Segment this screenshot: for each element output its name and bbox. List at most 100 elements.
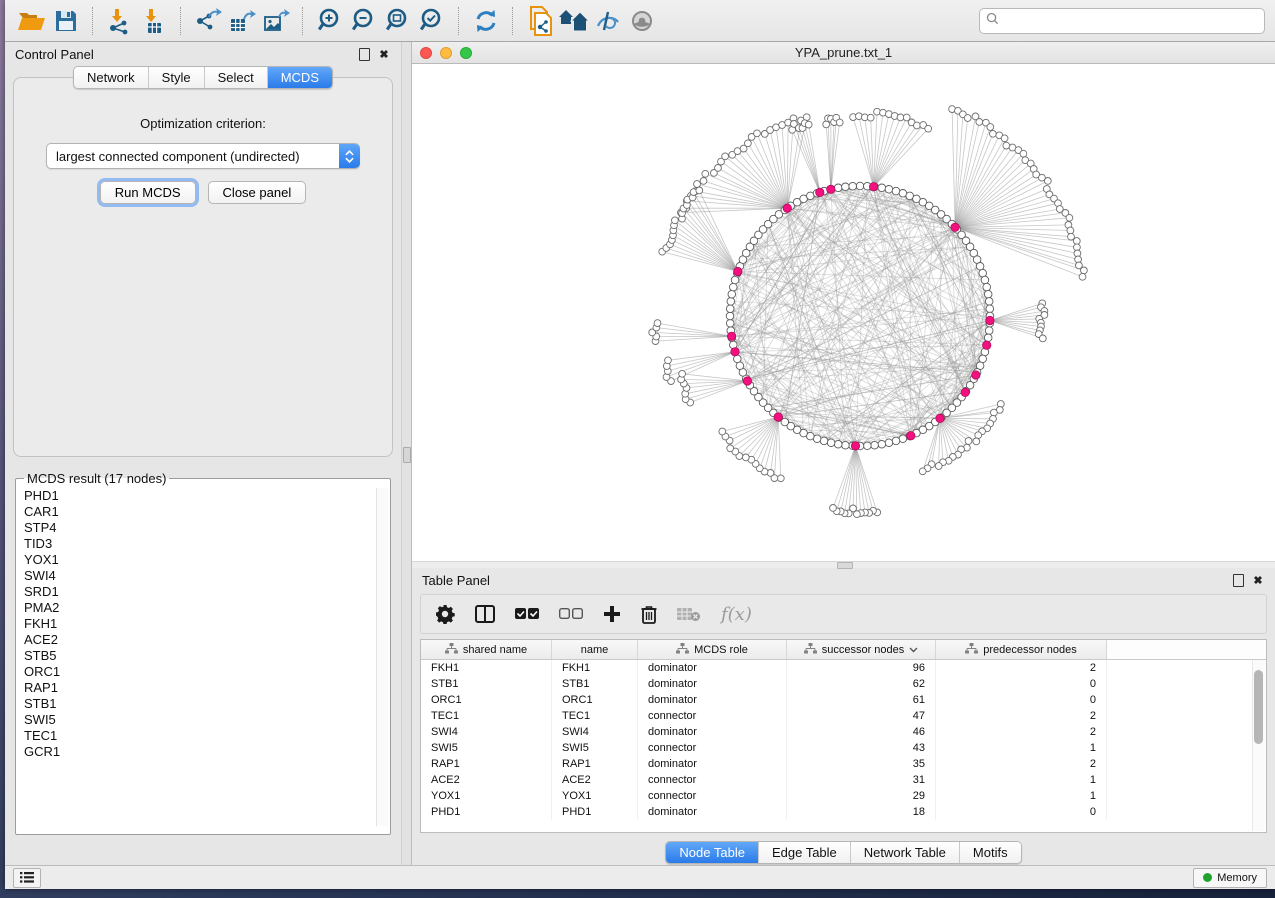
export-table-button[interactable] (225, 4, 259, 38)
import-network-button[interactable] (103, 4, 137, 38)
mcds-result-item[interactable]: STP4 (22, 520, 388, 536)
export-network-button[interactable] (191, 4, 225, 38)
refresh-icon (473, 8, 499, 34)
table-x-icon (677, 606, 701, 622)
memory-button[interactable]: Memory (1193, 868, 1267, 888)
box-pair-icon[interactable] (559, 608, 583, 620)
shared-column-icon (445, 643, 458, 657)
trash-icon[interactable] (641, 605, 657, 624)
export-network-icon (194, 7, 222, 35)
zoom-selected-button[interactable] (415, 4, 449, 38)
mcds-result-item[interactable]: CAR1 (22, 504, 388, 520)
tab-edge-table[interactable]: Edge Table (759, 842, 851, 863)
mcds-node (983, 341, 991, 349)
tab-mcds[interactable]: MCDS (268, 67, 332, 88)
mcds-result-box: MCDS result (17 nodes) PHD1CAR1STP4TID3Y… (15, 471, 391, 835)
run-mcds-button[interactable]: Run MCDS (100, 181, 196, 204)
home-button[interactable] (557, 4, 591, 38)
mcds-result-item[interactable]: STB5 (22, 648, 388, 664)
column-header-MCDS-role[interactable]: MCDS role (638, 640, 787, 660)
criterion-select[interactable]: largest connected component (undirected) (46, 143, 360, 169)
table-row[interactable]: YOX1YOX1connector291 (421, 788, 1267, 804)
close-panel-icon[interactable]: ✖ (377, 47, 391, 61)
plus-icon[interactable] (603, 605, 621, 623)
gear-icon[interactable] (435, 604, 455, 624)
mcds-result-item[interactable]: RAP1 (22, 680, 388, 696)
mcds-node (951, 223, 959, 231)
table-row[interactable]: SWI5SWI5connector431 (421, 740, 1267, 756)
mcds-panel: Optimization criterion: largest connecte… (13, 77, 393, 457)
tab-style[interactable]: Style (149, 67, 205, 88)
column-header-successor-nodes[interactable]: successor nodes (787, 640, 936, 660)
mcds-node (869, 183, 877, 191)
shared-column-icon (804, 643, 817, 657)
table-scrollbar[interactable] (1252, 660, 1265, 831)
table-header-row: shared namenameMCDS rolesuccessor nodesp… (421, 640, 1267, 660)
float-table-panel-icon[interactable] (1231, 573, 1245, 587)
mcds-result-item[interactable]: TID3 (22, 536, 388, 552)
table-row[interactable]: ORC1ORC1dominator610 (421, 692, 1267, 708)
table-row[interactable]: STB1STB1dominator620 (421, 676, 1267, 692)
mcds-node (851, 442, 859, 450)
export-image-button[interactable] (259, 4, 293, 38)
mcds-result-item[interactable]: SRD1 (22, 584, 388, 600)
task-history-button[interactable] (13, 868, 41, 888)
horizontal-splitter-handle[interactable] (837, 562, 853, 569)
search-input[interactable] (1003, 13, 1258, 29)
mcds-result-item[interactable]: SWI5 (22, 712, 388, 728)
zoom-in-button[interactable] (313, 4, 347, 38)
toolbar-separator (92, 7, 94, 35)
vertical-splitter-handle[interactable] (403, 447, 411, 463)
mcds-result-item[interactable]: ACE2 (22, 632, 388, 648)
save-session-button[interactable] (49, 4, 83, 38)
mcds-result-item[interactable]: PMA2 (22, 600, 388, 616)
tab-node-table[interactable]: Node Table (666, 842, 759, 863)
column-header-name[interactable]: name (552, 640, 638, 660)
table-row[interactable]: SWI4SWI4dominator462 (421, 724, 1267, 740)
export-image-icon (262, 7, 290, 35)
mcds-result-item[interactable]: TEC1 (22, 728, 388, 744)
horizontal-splitter[interactable] (412, 561, 1275, 568)
import-table-button[interactable] (137, 4, 171, 38)
mcds-result-item[interactable]: ORC1 (22, 664, 388, 680)
mcds-result-item[interactable]: STB1 (22, 696, 388, 712)
float-panel-icon[interactable] (357, 47, 371, 61)
column-header-shared-name[interactable]: shared name (421, 640, 552, 660)
open-file-button[interactable] (15, 4, 49, 38)
shared-column-icon (965, 643, 978, 657)
tab-network-table[interactable]: Network Table (851, 842, 960, 863)
mcds-result-list: PHD1CAR1STP4TID3YOX1SWI4SRD1PMA2FKH1ACE2… (22, 488, 388, 826)
close-panel-button[interactable]: Close panel (208, 181, 307, 204)
tab-network[interactable]: Network (74, 67, 149, 88)
table-row[interactable]: TEC1TEC1connector472 (421, 708, 1267, 724)
mcds-result-item[interactable]: SWI4 (22, 568, 388, 584)
mcds-result-item[interactable]: FKH1 (22, 616, 388, 632)
mcds-result-item[interactable]: PHD1 (22, 488, 388, 504)
table-row[interactable]: PHD1PHD1dominator180 (421, 804, 1267, 820)
mcds-result-item[interactable]: YOX1 (22, 552, 388, 568)
network-canvas[interactable] (412, 64, 1275, 561)
show-button[interactable] (625, 4, 659, 38)
column-header-predecessor-nodes[interactable]: predecessor nodes (936, 640, 1107, 660)
table-row[interactable]: FKH1FKH1dominator962 (421, 660, 1267, 677)
zoom-out-button[interactable] (347, 4, 381, 38)
zoom-fit-button[interactable] (381, 4, 415, 38)
tab-select[interactable]: Select (205, 67, 268, 88)
tab-motifs[interactable]: Motifs (960, 842, 1021, 863)
vertical-splitter[interactable] (401, 42, 412, 865)
mcds-result-item[interactable]: GCR1 (22, 744, 388, 760)
search-box[interactable] (979, 8, 1265, 34)
columns-icon[interactable] (475, 605, 495, 623)
network-window: YPA_prune.txt_1 (412, 42, 1275, 561)
check-pair-icon[interactable] (515, 608, 539, 620)
table-scrollbar-thumb[interactable] (1254, 670, 1263, 744)
node-table: shared namenameMCDS rolesuccessor nodesp… (420, 639, 1267, 833)
apply-layout-button[interactable] (469, 4, 503, 38)
save-icon (53, 8, 79, 34)
network-from-file-button[interactable] (523, 4, 557, 38)
hide-button[interactable] (591, 4, 625, 38)
result-scrollbar[interactable] (376, 488, 388, 826)
table-row[interactable]: RAP1RAP1dominator352 (421, 756, 1267, 772)
close-table-panel-icon[interactable]: ✖ (1251, 573, 1265, 587)
table-row[interactable]: ACE2ACE2connector311 (421, 772, 1267, 788)
